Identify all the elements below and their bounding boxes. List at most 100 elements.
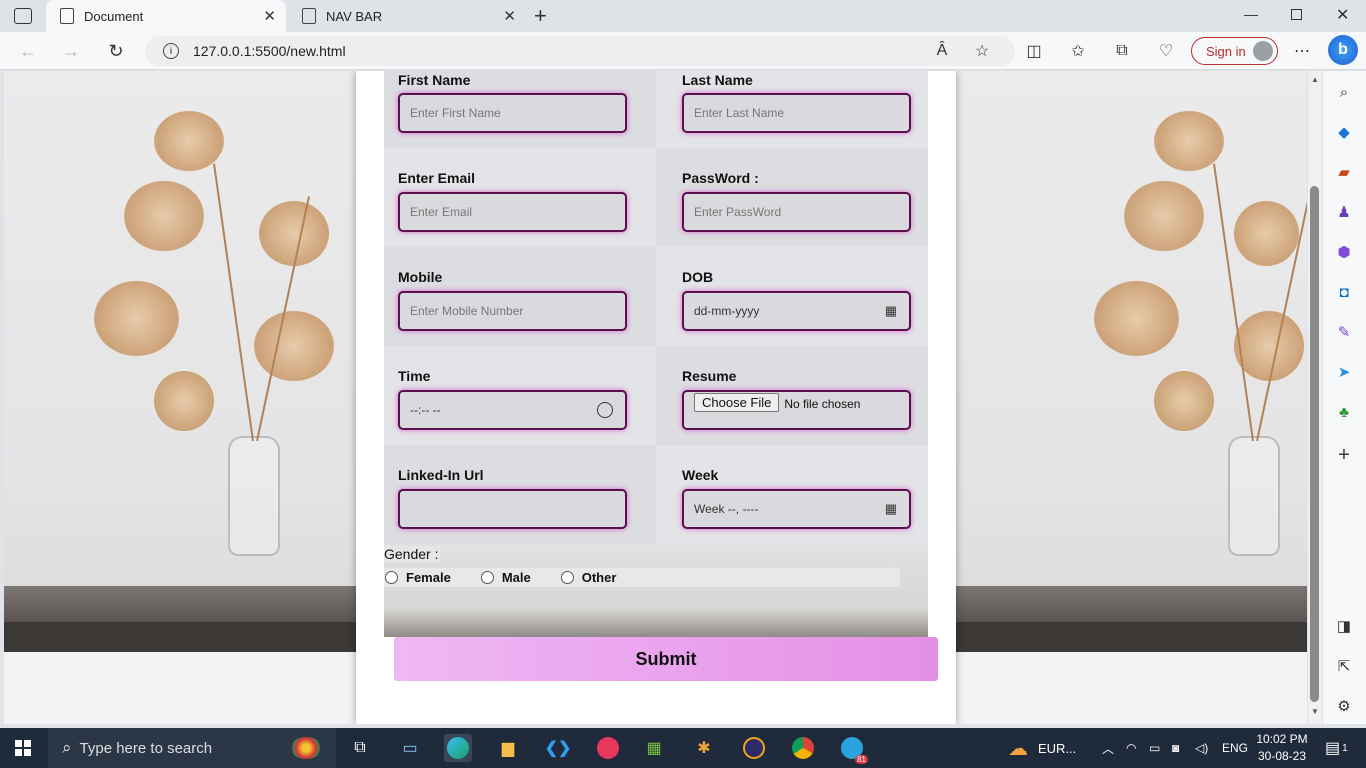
battery-icon[interactable]: ▭ (1149, 728, 1160, 768)
media-player-icon[interactable] (594, 734, 622, 762)
close-tab-icon[interactable]: ✕ (263, 7, 276, 25)
dried-leaf-image (1124, 181, 1204, 251)
scrollbar-thumb[interactable] (1310, 186, 1319, 702)
browser-tab-bar: Document ✕ NAV BAR ✕ + — ✕ (0, 0, 1366, 32)
show-hidden-icons-icon[interactable]: ︿ (1102, 728, 1114, 768)
hide-sidebar-icon[interactable]: ◨ (1334, 616, 1354, 636)
male-radio[interactable] (480, 571, 494, 584)
task-view-icon[interactable]: ⧉ (346, 734, 374, 762)
address-toolbar: ← → ↻ i 127.0.0.1:5500/new.html Ȃ ☆ ◫ ✩… (0, 32, 1366, 70)
tools-icon[interactable]: ▰ (1334, 162, 1354, 182)
time-label: Time (398, 368, 431, 384)
forward-icon[interactable]: → (58, 38, 84, 64)
vase-image (228, 436, 280, 556)
url-text: 127.0.0.1:5500/new.html (193, 43, 346, 59)
back-icon[interactable]: ← (15, 38, 41, 64)
read-aloud-icon[interactable]: Ȃ (930, 40, 954, 62)
settings-gear-icon[interactable]: ⚙ (1334, 696, 1354, 716)
refresh-icon[interactable]: ↻ (103, 38, 129, 64)
drop-icon[interactable]: ➤ (1334, 362, 1354, 382)
taskbar-search-box[interactable]: ⌕ Type here to search (48, 728, 336, 768)
site-info-icon[interactable]: i (163, 43, 179, 59)
favorite-star-icon[interactable]: ☆ (970, 40, 994, 62)
tab-nav-bar[interactable]: NAV BAR ✕ (288, 0, 526, 32)
linkedin-input[interactable] (398, 489, 627, 529)
notification-icon[interactable]: ▤ 1 (1325, 728, 1348, 768)
close-tab-icon[interactable]: ✕ (503, 7, 516, 25)
calendar-icon[interactable]: ▦ (885, 501, 897, 517)
choose-file-button[interactable]: Choose File (694, 393, 780, 412)
paint-icon[interactable]: ✱ (690, 734, 718, 762)
wifi-icon[interactable]: ◠ (1126, 728, 1136, 768)
camera-icon[interactable]: ◙ (1172, 728, 1179, 768)
female-radio[interactable] (385, 571, 398, 584)
telegram-icon[interactable]: 81 (838, 734, 868, 764)
open-external-icon[interactable]: ⇱ (1334, 656, 1354, 676)
url-bar[interactable]: i 127.0.0.1:5500/new.html (145, 36, 1015, 66)
scroll-down-icon[interactable]: ▼ (1311, 707, 1319, 716)
other-option-label: Other (581, 570, 617, 585)
background-shelf (4, 586, 356, 622)
windows-taskbar: ⌕ Type here to search ⧉ ▭ ▆ ❮❯ ▦ ✱ 81 ☁ … (0, 728, 1366, 768)
clock-icon[interactable] (597, 402, 613, 418)
clock-date: 30-08-23 (1257, 749, 1307, 763)
first-name-input[interactable]: Enter First Name (398, 93, 627, 133)
scroll-up-icon[interactable]: ▲ (1311, 75, 1319, 84)
time-input[interactable]: --:-- -- (398, 390, 627, 430)
shopping-tag-icon[interactable]: ◆ (1334, 122, 1354, 142)
clock[interactable]: 10:02 PM 30-08-23 (1254, 731, 1310, 765)
copilot-icon[interactable]: b (1328, 35, 1358, 65)
resume-file-input[interactable]: Choose File No file chosen (682, 390, 911, 430)
file-explorer-icon[interactable]: ▆ (494, 734, 522, 762)
browser-essentials-icon[interactable]: ♡ (1154, 40, 1178, 62)
email-input[interactable]: Enter Email (398, 192, 627, 232)
other-radio[interactable] (560, 571, 574, 584)
favorites-icon[interactable]: ✩ (1066, 40, 1090, 62)
chrome-icon[interactable] (789, 734, 817, 762)
language-indicator[interactable]: ENG (1222, 728, 1248, 768)
tab-title: NAV BAR (326, 8, 383, 24)
password-input[interactable]: Enter PassWord (682, 192, 911, 232)
close-window-icon[interactable]: ✕ (1336, 5, 1349, 25)
pc-app-icon[interactable]: ▭ (396, 734, 424, 762)
tab-document[interactable]: Document ✕ (46, 0, 286, 32)
week-input[interactable]: Week --, ---- ▦ (682, 489, 911, 529)
dried-leaf-image (259, 201, 329, 266)
more-menu-icon[interactable]: ⋯ (1290, 40, 1314, 62)
file-status: No file chosen (784, 397, 861, 411)
weather-widget[interactable]: ☁ EUR... (1008, 728, 1076, 768)
mobile-input[interactable]: Enter Mobile Number (398, 291, 627, 331)
edge-app-icon[interactable] (444, 734, 472, 762)
spreadsheet-app-icon[interactable]: ▦ (640, 734, 668, 762)
minimize-icon[interactable]: — (1244, 6, 1258, 22)
windows-start-icon[interactable] (15, 740, 31, 756)
outlook-icon[interactable]: ◘ (1334, 282, 1354, 302)
microsoft-365-icon[interactable]: ⬢ (1334, 242, 1354, 262)
collections-icon[interactable]: ⧉ (1110, 40, 1134, 62)
new-tab-icon[interactable]: + (534, 3, 547, 29)
restore-icon[interactable] (1291, 9, 1302, 20)
vscode-icon[interactable]: ❮❯ (544, 734, 572, 762)
eclipse-icon[interactable] (740, 734, 768, 762)
designer-icon[interactable]: ✎ (1334, 322, 1354, 342)
background-shelf-edge (4, 622, 356, 652)
dob-value: dd-mm-yyyy (694, 304, 760, 318)
dob-date-input[interactable]: dd-mm-yyyy ▦ (682, 291, 911, 331)
split-screen-icon[interactable]: ◫ (1022, 40, 1046, 62)
add-sidebar-icon[interactable]: + (1334, 444, 1354, 466)
sign-in-button[interactable]: Sign in (1191, 37, 1278, 65)
volume-icon[interactable]: ◁) (1195, 728, 1208, 768)
games-icon[interactable]: ♟ (1334, 202, 1354, 222)
week-label: Week (682, 467, 719, 483)
search-icon[interactable]: ⌕ (1334, 82, 1354, 102)
resume-label: Resume (682, 368, 737, 384)
last-name-input[interactable]: Enter Last Name (682, 93, 911, 133)
tab-actions-icon[interactable] (14, 8, 32, 24)
submit-button[interactable]: Submit (394, 637, 938, 681)
rakhi-decoration-icon (290, 737, 322, 759)
tree-icon[interactable]: ♣ (1334, 402, 1354, 422)
background-floor (956, 652, 1307, 724)
search-placeholder: Type here to search (79, 739, 213, 757)
page-icon (302, 8, 316, 24)
calendar-icon[interactable]: ▦ (885, 303, 897, 319)
